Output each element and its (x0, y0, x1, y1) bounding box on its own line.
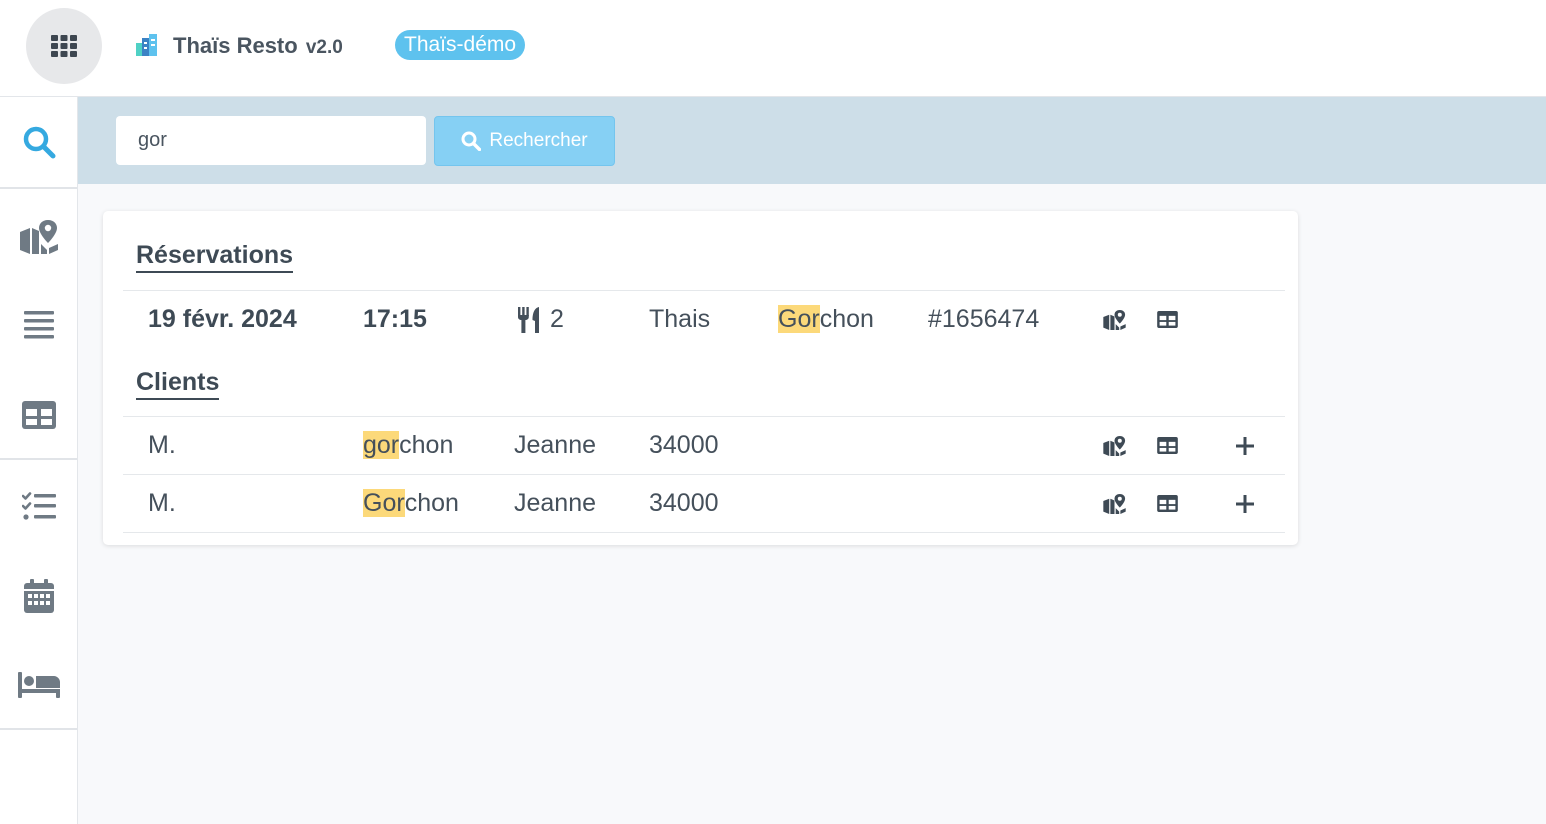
table-icon (1156, 437, 1178, 454)
list-icon (23, 311, 54, 339)
sidebar-item-calendar[interactable] (0, 551, 77, 641)
app-logo-icon (136, 34, 157, 56)
show-table-button[interactable] (1153, 291, 1181, 348)
search-icon (461, 131, 482, 151)
show-table-button[interactable] (1153, 475, 1181, 532)
show-table-button[interactable] (1153, 417, 1181, 474)
client-row[interactable]: M. gorchon Jeanne 34000 (123, 416, 1285, 474)
search-bar: Rechercher (78, 97, 1546, 184)
search-icon (23, 126, 55, 159)
sidebar-item-search[interactable] (0, 97, 77, 187)
last-name-rest: chon (404, 489, 459, 517)
search-match-highlight: Gor (363, 489, 405, 517)
reservation-covers: 2 (518, 291, 564, 348)
map-icon (1102, 435, 1126, 456)
plus-icon (1236, 436, 1254, 455)
calendar-icon (23, 579, 54, 613)
utensils-icon (518, 306, 539, 333)
client-civility: M. (148, 489, 176, 517)
client-first-name: Jeanne (514, 489, 597, 517)
environment-badge: Thaïs-démo (395, 30, 526, 60)
show-on-map-button[interactable] (1100, 291, 1128, 348)
last-name-rest: chon (819, 305, 874, 333)
client-last-name: gorchon (363, 417, 453, 474)
search-results-card: Réservations 19 févr. 2024 17:15 2 Thais… (103, 211, 1298, 545)
search-match-highlight: gor (363, 431, 400, 459)
reservation-date: 19 févr. 2024 (148, 305, 297, 333)
add-reservation-button[interactable] (1231, 475, 1259, 532)
table-icon (21, 401, 56, 429)
client-postcode: 34000 (649, 489, 719, 517)
top-bar: Thaïs Resto v2.0 Thaïs-démo (0, 0, 1546, 97)
reservation-reference: #1656474 (928, 305, 1040, 333)
map-icon (1102, 309, 1126, 330)
client-postcode: 34000 (649, 431, 719, 459)
reservation-time: 17:15 (363, 305, 427, 333)
client-first-name: Jeanne (514, 431, 597, 459)
search-input[interactable] (116, 116, 426, 165)
sidebar-item-hotel[interactable] (0, 640, 77, 730)
client-civility: M. (148, 431, 176, 459)
client-row[interactable]: M. Gorchon Jeanne 34000 (123, 474, 1285, 533)
sidebar-item-list[interactable] (0, 280, 77, 370)
app-version: v2.0 (305, 37, 343, 58)
grid-icon (51, 35, 77, 57)
search-match-highlight: Gor (778, 305, 820, 333)
client-last-name: Gorchon (363, 475, 459, 532)
map-icon (19, 220, 58, 254)
sidebar (0, 97, 78, 824)
plus-icon (1236, 494, 1254, 513)
show-on-map-button[interactable] (1100, 475, 1128, 532)
app-title: Thaïs Resto v2.0 (173, 33, 343, 59)
reservation-last-name: Gorchon (778, 291, 874, 348)
sidebar-item-map[interactable] (0, 192, 77, 282)
checklist-icon (21, 492, 56, 520)
app-name: Thaïs Resto (173, 33, 298, 58)
sidebar-divider (0, 458, 77, 460)
map-icon (1102, 493, 1126, 514)
table-icon (1156, 311, 1178, 328)
covers-count: 2 (550, 305, 564, 333)
reservation-first-name: Thais (649, 305, 711, 333)
search-button[interactable]: Rechercher (434, 116, 615, 166)
sidebar-divider (0, 728, 77, 730)
clients-title: Clients (136, 368, 220, 400)
sidebar-item-tasks[interactable] (0, 462, 77, 552)
last-name-rest: chon (399, 431, 454, 459)
table-icon (1156, 495, 1178, 512)
sidebar-divider (0, 187, 77, 189)
add-reservation-button[interactable] (1231, 417, 1259, 474)
bed-icon (17, 672, 60, 698)
search-button-label: Rechercher (489, 130, 588, 151)
apps-menu-button[interactable] (26, 8, 102, 84)
reservation-row[interactable]: 19 févr. 2024 17:15 2 Thais Gorchon #165… (123, 290, 1285, 348)
reservations-title: Réservations (136, 241, 294, 273)
sidebar-item-tables[interactable] (0, 370, 77, 460)
show-on-map-button[interactable] (1100, 417, 1128, 474)
